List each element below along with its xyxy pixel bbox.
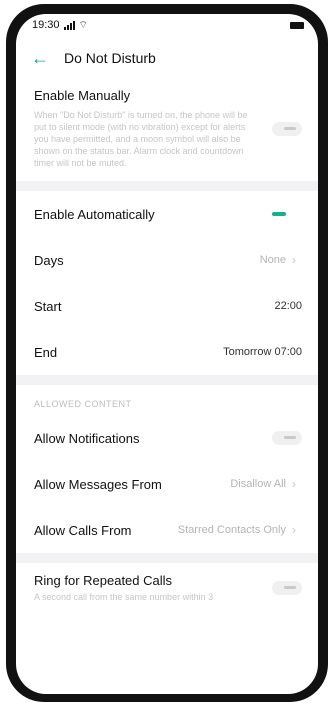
allow-messages-value-wrap: Disallow All ›	[230, 478, 302, 490]
back-arrow-icon[interactable]: ←	[26, 44, 54, 72]
signal-bar	[63, 26, 66, 30]
allow-calls-row[interactable]: Allow Calls From Starred Contacts Only ›	[16, 507, 318, 553]
allow-notifications-label: Allow Notifications	[34, 430, 140, 446]
chevron-right-icon: ›	[292, 523, 296, 537]
start-row[interactable]: Start 22:00	[16, 283, 318, 329]
end-label: End	[34, 344, 58, 360]
allow-notifications-row[interactable]: Allow Notifications	[16, 415, 318, 461]
app-header: ← Do Not Disturb	[16, 36, 318, 80]
page-title: Do Not Disturb	[64, 50, 156, 66]
section-divider	[16, 553, 318, 563]
enable-manually-row[interactable]: Enable Manually When "Do Not Disturb" is…	[16, 80, 318, 181]
allow-calls-value-wrap: Starred Contacts Only ›	[178, 524, 302, 536]
enable-manually-toggle[interactable]	[272, 121, 302, 136]
auto-section: Enable Automatically Days None › Start 2…	[16, 191, 318, 375]
section-divider	[16, 181, 318, 191]
battery-icon	[290, 21, 304, 29]
repeated-calls-row[interactable]: Ring for Repeated Calls A second call fr…	[16, 563, 318, 602]
allow-messages-row[interactable]: Allow Messages From Disallow All ›	[16, 461, 318, 507]
enable-automatically-row[interactable]: Enable Automatically	[16, 191, 318, 237]
days-label: Days	[34, 252, 64, 268]
signal-icon	[63, 20, 75, 30]
allow-calls-label: Allow Calls From	[34, 522, 132, 538]
enable-manually-toggle-wrap	[272, 88, 302, 169]
signal-bar	[72, 20, 75, 30]
chevron-right-icon: ›	[292, 253, 296, 267]
chevron-right-icon: ›	[292, 477, 296, 491]
enable-automatically-label: Enable Automatically	[34, 206, 155, 222]
start-value: 22:00	[274, 300, 302, 312]
signal-bar	[69, 22, 72, 30]
signal-bar	[66, 24, 69, 30]
enable-automatically-toggle[interactable]	[272, 207, 302, 221]
enable-manually-section: Enable Manually When "Do Not Disturb" is…	[16, 80, 318, 181]
status-time: 19:30	[32, 19, 60, 31]
toggle-knob	[284, 126, 296, 130]
start-label: Start	[34, 298, 62, 314]
days-value-wrap: None ›	[260, 254, 302, 266]
repeated-calls-text: Ring for Repeated Calls A second call fr…	[34, 573, 213, 602]
end-value: Tomorrow 07:00	[223, 346, 302, 358]
repeated-calls-toggle-wrap	[272, 573, 302, 602]
wifi-icon: ⌔	[78, 19, 88, 31]
allow-notifications-toggle[interactable]	[272, 431, 302, 445]
enable-manually-text: Enable Manually When "Do Not Disturb" is…	[34, 88, 259, 169]
allowed-section: ALLOWED CONTENT Allow Notifications Allo…	[16, 385, 318, 553]
screen: 19:30 ⌔ ← Do Not Disturb Enable Manually…	[16, 14, 318, 694]
toggle-knob	[284, 585, 296, 589]
repeated-calls-label: Ring for Repeated Calls	[34, 573, 173, 588]
repeated-calls-description: A second call from the same number withi…	[34, 592, 214, 602]
days-value: None	[259, 254, 286, 266]
allowed-content-heading: ALLOWED CONTENT	[34, 399, 132, 409]
toggle-knob	[272, 212, 286, 216]
allow-messages-label: Allow Messages From	[34, 476, 162, 492]
status-left: 19:30 ⌔	[32, 19, 88, 32]
enable-manually-description: When "Do Not Disturb" is turned on, the …	[34, 110, 248, 168]
status-bar: 19:30 ⌔	[16, 14, 318, 36]
toggle-knob	[284, 436, 296, 439]
repeated-calls-toggle[interactable]	[272, 580, 302, 595]
allow-calls-value: Starred Contacts Only	[177, 524, 286, 536]
days-row[interactable]: Days None ›	[16, 237, 318, 283]
section-divider	[16, 375, 318, 385]
enable-manually-label: Enable Manually	[34, 88, 131, 103]
allow-messages-value: Disallow All	[230, 478, 286, 490]
end-row[interactable]: End Tomorrow 07:00	[16, 329, 318, 375]
